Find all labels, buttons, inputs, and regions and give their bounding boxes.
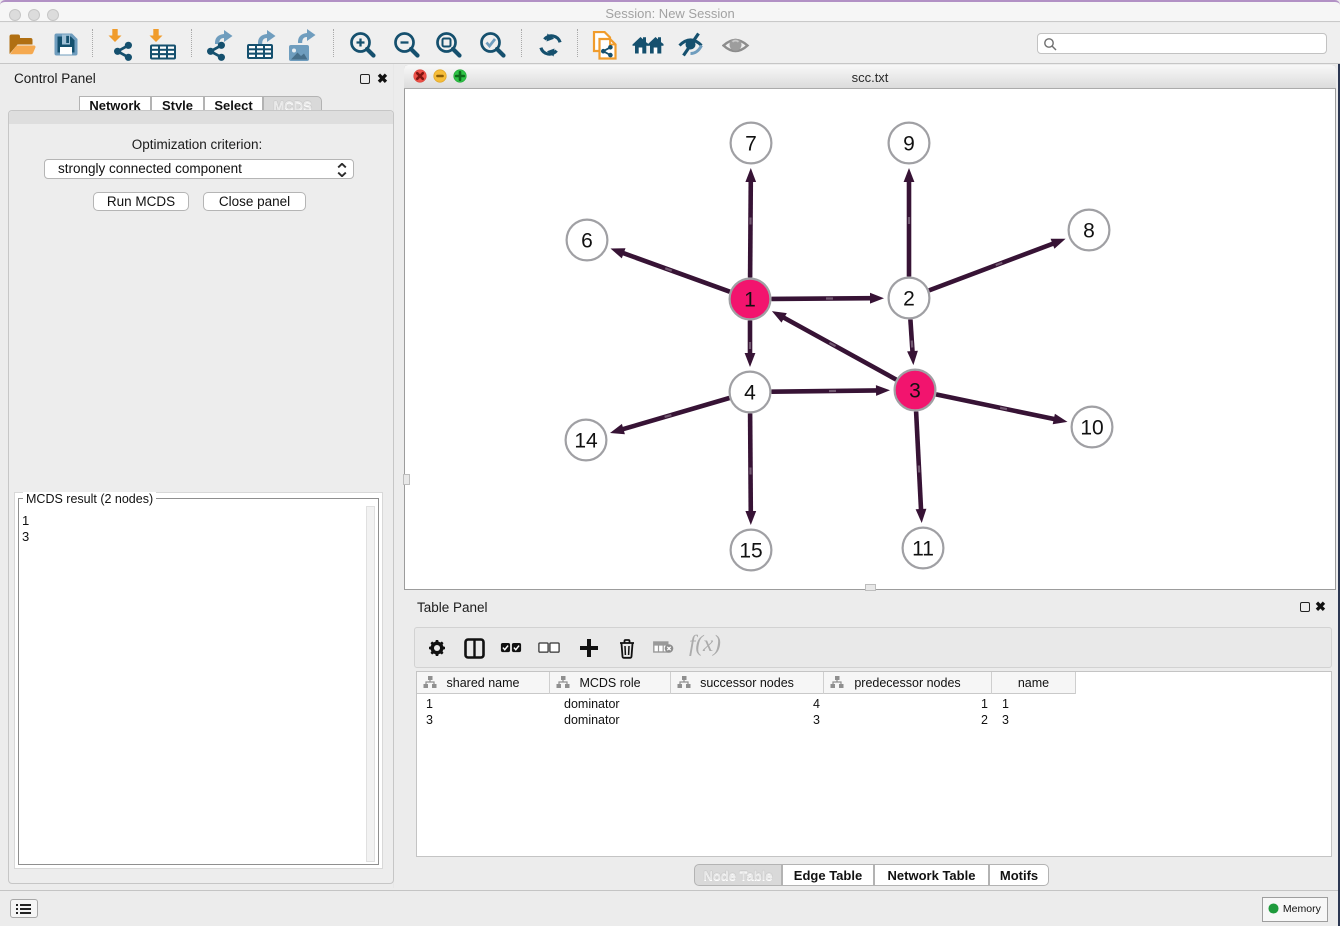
svg-text:6: 6 (581, 230, 593, 253)
svg-text:8: 8 (1083, 220, 1095, 243)
svg-text:2: 2 (903, 288, 915, 311)
svg-text:15: 15 (739, 540, 762, 563)
svg-text:11: 11 (912, 538, 934, 561)
svg-text:3: 3 (909, 380, 921, 403)
svg-text:10: 10 (1080, 417, 1103, 440)
svg-text:7: 7 (745, 133, 757, 156)
svg-text:4: 4 (744, 382, 756, 405)
svg-text:14: 14 (574, 430, 598, 453)
svg-text:9: 9 (903, 133, 915, 156)
svg-text:1: 1 (744, 289, 756, 312)
